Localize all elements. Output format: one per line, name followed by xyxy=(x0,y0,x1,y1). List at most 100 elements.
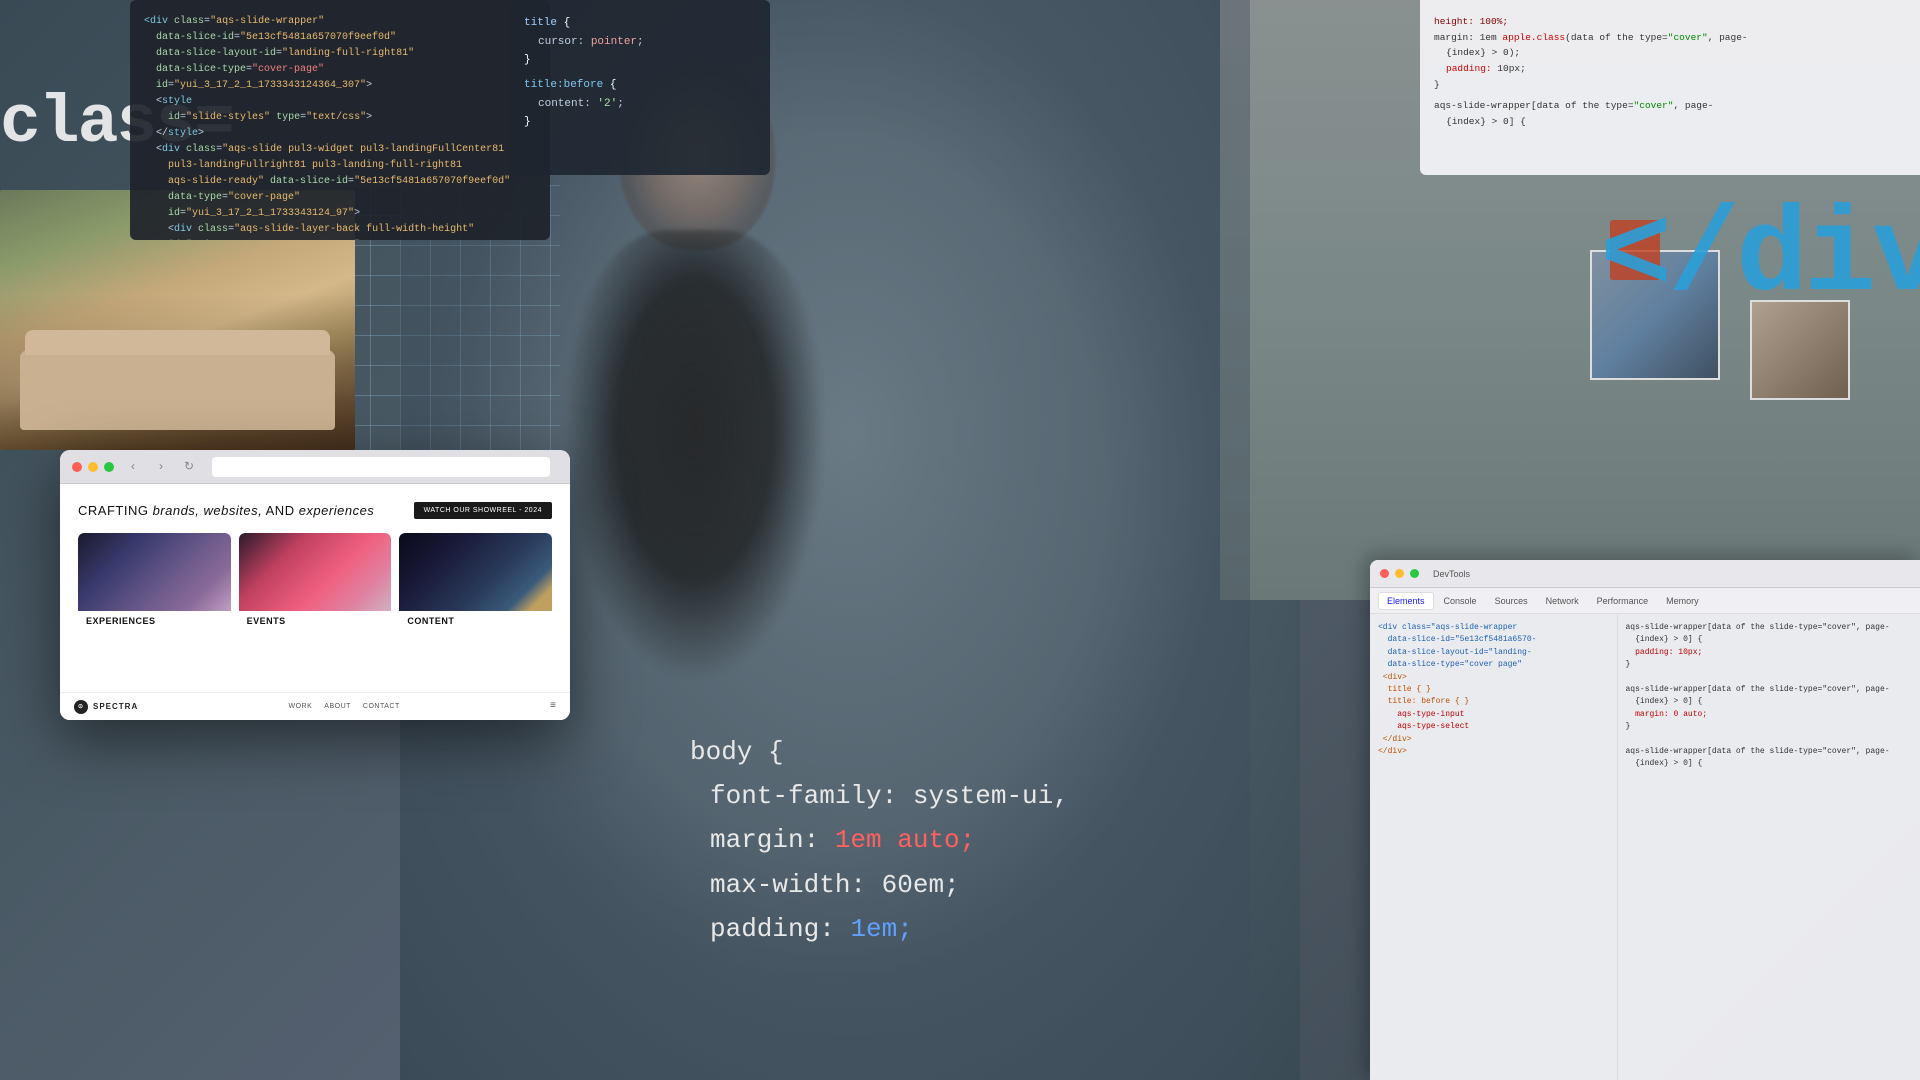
devtools-right-panel: aqs-slide-wrapper[data of the slide-type… xyxy=(1618,614,1920,1080)
dt-line: aqs-slide-wrapper[data of the slide-type… xyxy=(1626,684,1913,696)
site-card-events[interactable]: EVENTS xyxy=(239,533,392,648)
footer-nav-work[interactable]: WORK xyxy=(289,703,313,710)
card-image-content xyxy=(399,533,552,611)
code-line: {index} > 0] { xyxy=(1434,114,1906,130)
footer-logo-icon: ⊙ xyxy=(74,700,88,714)
dt-line xyxy=(1626,734,1913,746)
tab-sources[interactable]: Sources xyxy=(1487,593,1536,609)
code-line: content: '2'; xyxy=(524,95,756,114)
code-line: pul3-landingFullright81 pul3-landing-ful… xyxy=(144,158,536,174)
dt-line: title { } xyxy=(1378,684,1609,696)
showreel-button[interactable]: WATCH OUR SHOWREEL - 2024 xyxy=(414,502,552,519)
footer-nav-about[interactable]: ABOUT xyxy=(324,703,351,710)
code-line: <div class="aqs-slide pul3-widget pul3-l… xyxy=(144,142,536,158)
dt-line: {index} > 0] { xyxy=(1626,696,1913,708)
code-line: padding: 1em; xyxy=(690,907,1090,951)
browser-back-button[interactable]: ‹ xyxy=(124,458,142,476)
code-line: {index} > 0); xyxy=(1434,45,1906,61)
dt-line xyxy=(1626,672,1913,684)
person-body xyxy=(560,230,830,730)
browser-maximize-button[interactable] xyxy=(104,462,114,472)
code-line: title { xyxy=(524,14,756,33)
browser-close-button[interactable] xyxy=(72,462,82,472)
footer-logo: ⊙ SPECTRA xyxy=(74,700,138,714)
devtools-maximize[interactable] xyxy=(1410,569,1419,578)
dt-line: margin: 0 auto; xyxy=(1626,709,1913,721)
dt-line: <div> xyxy=(1378,672,1609,684)
browser-mockup: ‹ › ↻ CRAFTING brands, websites, AND exp… xyxy=(60,450,570,720)
code-line: } xyxy=(1434,77,1906,93)
code-line: data-slice-layout-id="landing-full-right… xyxy=(144,46,536,62)
dt-line: {index} > 0] { xyxy=(1626,634,1913,646)
code-line: padding: 10px; xyxy=(1434,61,1906,77)
code-line: margin: 1em auto; xyxy=(690,818,1090,862)
code-line: title:before { xyxy=(524,76,756,95)
dt-line: {index} > 0] { xyxy=(1626,758,1913,770)
devtools-panel: DevTools Elements Console Sources Networ… xyxy=(1370,560,1920,1080)
devtools-titlebar: DevTools xyxy=(1370,560,1920,588)
browser-minimize-button[interactable] xyxy=(88,462,98,472)
card-label-events: EVENTS xyxy=(239,611,392,631)
code-line: <style xyxy=(144,94,536,110)
code-line: height: 100%; xyxy=(1434,14,1906,30)
code-panel-topcenter: title { cursor: pointer; } title:before … xyxy=(510,0,770,175)
code-line: <div class="aqs-slide-wrapper" xyxy=(144,14,536,30)
dt-line: } xyxy=(1626,721,1913,733)
code-line: </style> xyxy=(144,126,536,142)
code-line: id="slide-styles" type="text/css"> xyxy=(144,110,536,126)
code-line: data-slice-type="cover-page" xyxy=(144,62,536,78)
card-image-events xyxy=(239,533,392,611)
code-line: margin: 1em apple.class(data of the type… xyxy=(1434,30,1906,46)
dt-line: aqs-slide-wrapper[data of the slide-type… xyxy=(1626,746,1913,758)
tab-elements[interactable]: Elements xyxy=(1378,592,1434,610)
code-panel-topleft: <div class="aqs-slide-wrapper" data-slic… xyxy=(130,0,550,240)
dt-line: aqs-slide-wrapper[data of the slide-type… xyxy=(1626,622,1913,634)
dt-line: } xyxy=(1626,659,1913,671)
dt-line: aqs-type-select xyxy=(1378,721,1609,733)
card-image-experiences xyxy=(78,533,231,611)
tab-network[interactable]: Network xyxy=(1538,593,1587,609)
site-card-content[interactable]: CONTENT xyxy=(399,533,552,648)
browser-refresh-button[interactable]: ↻ xyxy=(180,458,198,476)
dt-line: <div class="aqs-slide-wrapper xyxy=(1378,622,1609,634)
browser-forward-button[interactable]: › xyxy=(152,458,170,476)
browser-content: CRAFTING brands, websites, AND experienc… xyxy=(60,484,570,720)
tab-performance[interactable]: Performance xyxy=(1589,593,1657,609)
code-line: id="yui_3_17_2_1_1733343124364_307"> xyxy=(144,78,536,94)
code-bottom-css: body { font-family: system-ui, margin: 1… xyxy=(690,730,1090,1080)
browser-titlebar: ‹ › ↻ xyxy=(60,450,570,484)
footer-menu-icon[interactable]: ≡ xyxy=(550,701,556,712)
div-closing-tag: </div xyxy=(1600,190,1920,326)
dt-line: data-slice-type="cover page" xyxy=(1378,659,1609,671)
code-line: font-family: system-ui, xyxy=(690,774,1090,818)
browser-footer: ⊙ SPECTRA WORK ABOUT CONTACT ≡ xyxy=(60,692,570,720)
code-line: aqs-slide-ready" data-slice-id="5e13cf54… xyxy=(144,174,536,190)
dt-line: data-slice-id="5e13cf5481a6570- xyxy=(1378,634,1609,646)
footer-nav-contact[interactable]: CONTACT xyxy=(363,703,400,710)
tab-console[interactable]: Console xyxy=(1436,593,1485,609)
site-card-experiences[interactable]: EXPERIENCES xyxy=(78,533,231,648)
devtools-title: DevTools xyxy=(1433,569,1470,579)
dt-line: </div> xyxy=(1378,746,1609,758)
code-line: } xyxy=(524,51,756,70)
footer-logo-text: SPECTRA xyxy=(93,702,138,711)
code-panel-topright: height: 100%; margin: 1em apple.class(da… xyxy=(1420,0,1920,175)
dt-line: aqs-type-input xyxy=(1378,709,1609,721)
devtools-tabs: Elements Console Sources Network Perform… xyxy=(1370,588,1920,614)
card-label-content: CONTENT xyxy=(399,611,552,631)
code-line: max-width: 60em; xyxy=(690,863,1090,907)
dt-line: padding: 10px; xyxy=(1626,647,1913,659)
dt-line: title: before { } xyxy=(1378,696,1609,708)
dt-line: data-slice-layout-id="landing- xyxy=(1378,647,1609,659)
browser-url-bar[interactable] xyxy=(212,457,550,477)
code-line: data-type="cover-page" xyxy=(144,190,536,206)
devtools-minimize[interactable] xyxy=(1395,569,1404,578)
site-headline-text: CRAFTING brands, websites, AND experienc… xyxy=(78,503,374,518)
tab-memory[interactable]: Memory xyxy=(1658,593,1707,609)
code-line: id="yui_3_17_2_1_1733343124_208"> xyxy=(144,238,536,240)
card-label-experiences: EXPERIENCES xyxy=(78,611,231,631)
devtools-close[interactable] xyxy=(1380,569,1389,578)
code-line: data-slice-id="5e13cf5481a657070f9eef0d" xyxy=(144,30,536,46)
code-line: cursor: pointer; xyxy=(524,33,756,52)
devtools-body: <div class="aqs-slide-wrapper data-slice… xyxy=(1370,614,1920,1080)
